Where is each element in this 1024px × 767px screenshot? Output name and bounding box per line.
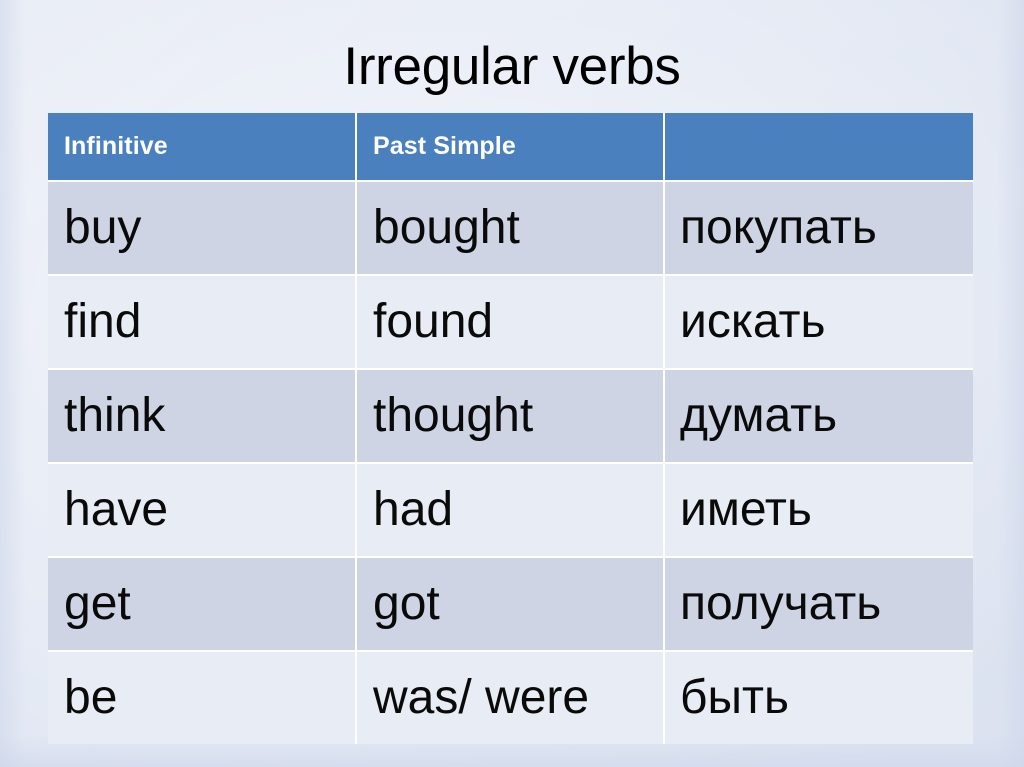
slide-canvas: Irregular verbs Infinitive Past Simple b…	[0, 0, 1024, 767]
table-row: think thought думать	[48, 370, 973, 464]
column-header-infinitive: Infinitive	[48, 113, 357, 182]
table-row: get got получать	[48, 558, 973, 652]
cell-translation: получать	[665, 558, 973, 652]
irregular-verbs-table: Infinitive Past Simple buy bought покупа…	[48, 113, 973, 744]
cell-past-simple: bought	[357, 182, 665, 276]
cell-translation: думать	[665, 370, 973, 464]
table-body: buy bought покупать find found искать th…	[48, 182, 973, 744]
table-row: be was/ were быть	[48, 652, 973, 744]
cell-translation: быть	[665, 652, 973, 744]
cell-past-simple: found	[357, 276, 665, 370]
table-header-row: Infinitive Past Simple	[48, 113, 973, 182]
table-row: buy bought покупать	[48, 182, 973, 276]
cell-past-simple: got	[357, 558, 665, 652]
cell-infinitive: find	[48, 276, 357, 370]
column-header-translation	[665, 113, 973, 182]
cell-infinitive: get	[48, 558, 357, 652]
table-row: find found искать	[48, 276, 973, 370]
table-row: have had иметь	[48, 464, 973, 558]
cell-translation: покупать	[665, 182, 973, 276]
cell-translation: искать	[665, 276, 973, 370]
cell-infinitive: be	[48, 652, 357, 744]
cell-past-simple: thought	[357, 370, 665, 464]
cell-infinitive: buy	[48, 182, 357, 276]
cell-infinitive: think	[48, 370, 357, 464]
cell-past-simple: was/ were	[357, 652, 665, 744]
cell-past-simple: had	[357, 464, 665, 558]
table-header: Infinitive Past Simple	[48, 113, 973, 182]
page-title: Irregular verbs	[343, 37, 681, 96]
cell-translation: иметь	[665, 464, 973, 558]
column-header-past-simple: Past Simple	[357, 113, 665, 182]
cell-infinitive: have	[48, 464, 357, 558]
